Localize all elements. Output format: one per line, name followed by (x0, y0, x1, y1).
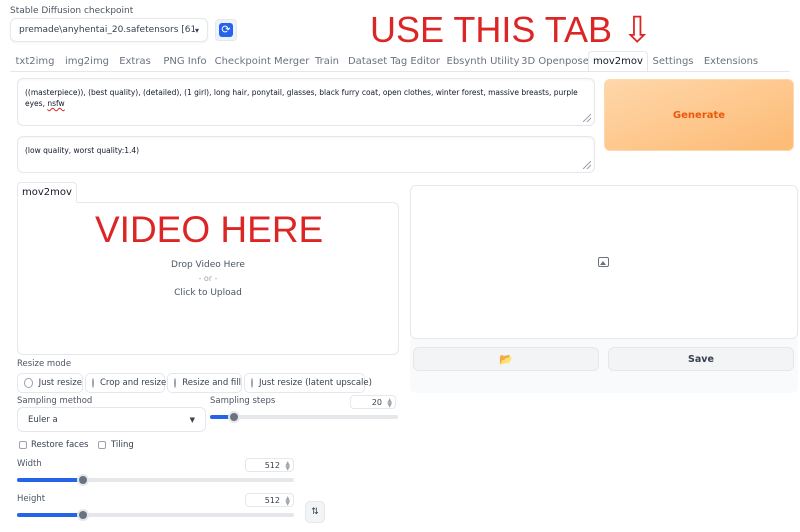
radio-circle (92, 378, 94, 388)
resize-mode-label: Resize mode (17, 359, 72, 369)
tab-extras[interactable]: Extras (114, 51, 156, 71)
spinner-icon[interactable]: ▲ ▼ (387, 398, 392, 409)
sampling-steps-value: 20 (371, 397, 382, 407)
or-text: - or - (198, 274, 218, 283)
height-input[interactable]: 512 ▲ ▼ (245, 493, 294, 507)
caret-down-icon: ▼ (189, 415, 195, 424)
width-value: 512 (264, 460, 280, 470)
negative-prompt-textarea[interactable]: (low quality, worst quality:1.4) (17, 136, 595, 173)
tab-checkpoint-merger[interactable]: Checkpoint Merger (214, 51, 310, 71)
width-label: Width (17, 459, 42, 469)
tab-dataset-tag-editor[interactable]: Dataset Tag Editor (348, 51, 440, 71)
tab-divider (10, 71, 790, 72)
radio-circle (24, 378, 33, 388)
video-input-tab[interactable]: mov2mov (17, 182, 77, 203)
tab-3d-openpose[interactable]: 3D Openpose (521, 51, 589, 71)
negative-prompt-text: (low quality, worst quality:1.4) (25, 146, 140, 155)
tab-png-info[interactable]: PNG Info (158, 51, 212, 71)
sampling-steps-slider[interactable] (210, 411, 398, 423)
spinner-icon[interactable]: ▲ ▼ (285, 496, 290, 507)
tiling-checkbox[interactable] (98, 441, 106, 449)
prompt-flagged-word: nsfw (47, 99, 65, 108)
slider-thumb[interactable] (77, 474, 90, 486)
resize-handle-icon[interactable] (583, 114, 591, 122)
slider-fill (17, 513, 84, 517)
tab-txt2img[interactable]: txt2img (10, 51, 60, 71)
prompt-text: ((masterpiece)), (best quality), (detail… (25, 88, 578, 108)
tab-ebsynth-utility[interactable]: Ebsynth Utility (444, 51, 522, 71)
radio-just-resize-latent[interactable]: Just resize (latent upscale) (244, 373, 372, 393)
radio-resize-and-fill[interactable]: Resize and fill (167, 373, 242, 393)
tab-train[interactable]: Train (312, 51, 342, 71)
resize-mode-radio-group: Just resize Crop and resize Resize and f… (17, 373, 372, 394)
height-value: 512 (264, 495, 280, 505)
radio-label: Just resize (latent upscale) (259, 378, 372, 388)
radio-label: Resize and fill (182, 378, 241, 388)
sampling-method-select[interactable]: Euler a ▼ (17, 407, 206, 432)
resize-handle-icon[interactable] (583, 161, 591, 169)
sampling-steps-label: Sampling steps (210, 396, 276, 406)
width-input[interactable]: 512 ▲ ▼ (245, 458, 294, 472)
radio-circle (251, 378, 253, 388)
save-button[interactable]: Save (608, 347, 794, 371)
radio-circle (174, 378, 177, 388)
radio-just-resize[interactable]: Just resize (17, 373, 83, 393)
refresh-checkpoint-button[interactable]: ⟳ (215, 19, 237, 41)
image-icon (598, 257, 609, 267)
tiling-label: Tiling (111, 440, 134, 450)
drop-video-text: Drop Video Here (171, 260, 245, 270)
tab-settings[interactable]: Settings (650, 51, 696, 71)
chevron-down-icon: ▾ (194, 25, 199, 35)
radio-label: Crop and resize (100, 378, 167, 388)
sampling-steps-input[interactable]: 20 ▲ ▼ (350, 395, 396, 409)
main-tabs: txt2img img2img Extras PNG Info Checkpoi… (10, 51, 790, 72)
sampling-method-value: Euler a (28, 414, 58, 425)
sampling-method-label: Sampling method (17, 396, 93, 406)
open-folder-button[interactable]: 📂 (413, 347, 599, 371)
tab-mov2mov[interactable]: mov2mov (588, 51, 648, 72)
spinner-icon[interactable]: ▲ ▼ (285, 461, 290, 472)
refresh-icon: ⟳ (219, 23, 233, 37)
height-label: Height (17, 494, 46, 504)
checkpoint-value: premade\anyhentai_20.safetensors [61bc70… (19, 25, 195, 35)
tab-img2img[interactable]: img2img (62, 51, 112, 71)
slider-thumb[interactable] (77, 509, 90, 521)
prompt-textarea[interactable]: ((masterpiece)), (best quality), (detail… (17, 78, 595, 126)
click-to-upload-text: Click to Upload (174, 288, 242, 298)
restore-faces-checkbox[interactable] (19, 441, 27, 449)
slider-fill (17, 478, 84, 482)
folder-icon: 📂 (499, 352, 513, 366)
restore-faces-label: Restore faces (31, 440, 89, 450)
radio-crop-and-resize[interactable]: Crop and resize (85, 373, 167, 393)
annotation-use-this-tab: USE THIS TAB ⇩ (370, 9, 653, 50)
generate-button[interactable]: Generate (604, 79, 794, 151)
checkpoint-select[interactable]: premade\anyhentai_20.safetensors [61bc70… (10, 18, 208, 42)
annotation-video-here: VIDEO HERE (95, 209, 324, 250)
height-slider[interactable] (17, 509, 294, 521)
swap-dimensions-button[interactable]: ⇅ (305, 501, 325, 523)
width-slider[interactable] (17, 474, 294, 486)
checkpoint-label: Stable Diffusion checkpoint (10, 6, 134, 16)
slider-thumb[interactable] (228, 411, 241, 423)
tab-extensions[interactable]: Extensions (702, 51, 760, 71)
radio-label: Just resize (38, 378, 82, 388)
